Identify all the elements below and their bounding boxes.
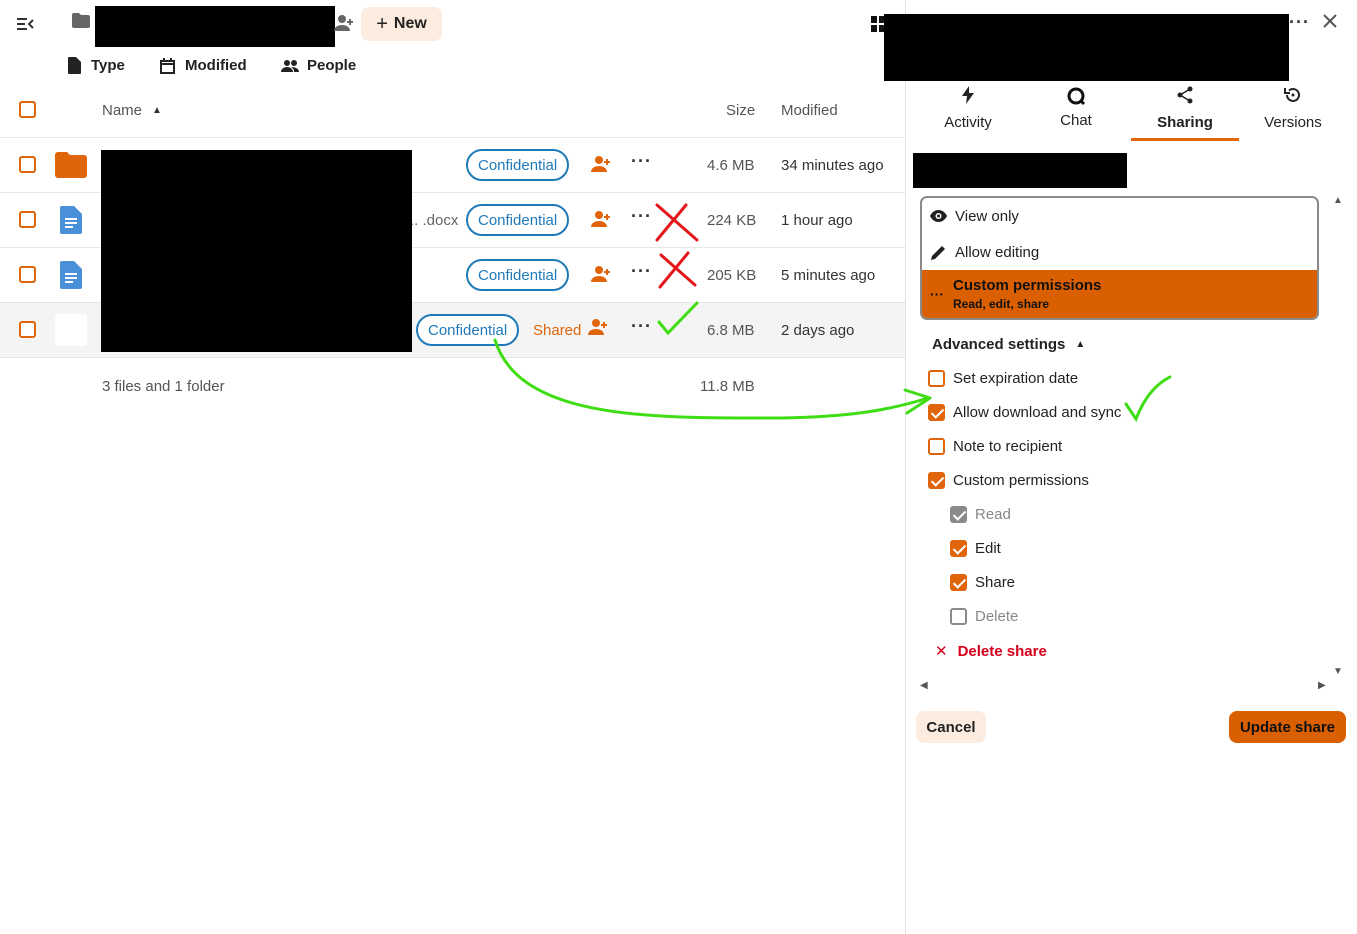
red-x-mark xyxy=(655,203,699,242)
red-x-mark xyxy=(658,251,697,289)
annotation-overlay xyxy=(493,203,1172,423)
green-check-mark xyxy=(657,301,699,336)
green-check-mark xyxy=(1124,375,1172,423)
green-arrow xyxy=(493,338,930,420)
